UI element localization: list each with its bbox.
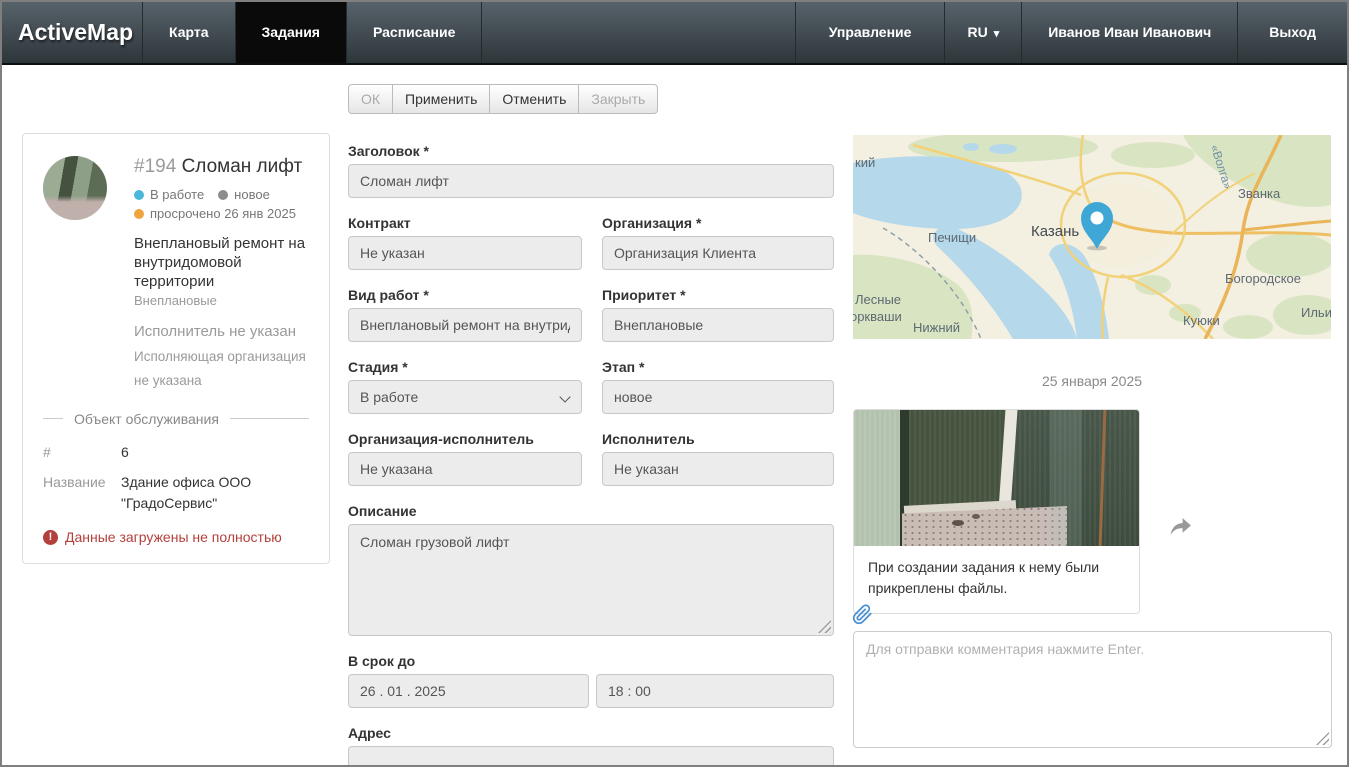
row-label: Название: [43, 472, 121, 514]
close-button: Закрыть: [578, 84, 658, 114]
title-field-label: Заголовок *: [348, 143, 834, 159]
contract-input[interactable]: [348, 236, 582, 270]
row-value: 6: [121, 442, 309, 463]
executor-org-field-label: Организация-исполнитель: [348, 431, 582, 447]
caret-down-icon: ▾: [994, 28, 1000, 40]
task-work-type: Внеплановый ремонт на внутридомовой терр…: [134, 235, 309, 291]
cancel-button[interactable]: Отменить: [489, 84, 579, 114]
map-marker-icon[interactable]: [1079, 201, 1115, 251]
work-type-input[interactable]: [348, 308, 582, 342]
share-icon[interactable]: [1168, 514, 1193, 539]
task-edit-form: Заголовок * Контракт Организация * Вид р…: [348, 143, 834, 767]
task-priority-label: Внеплановые: [134, 293, 309, 308]
language-selector[interactable]: RU▾: [944, 2, 1021, 63]
comment-input[interactable]: [853, 631, 1332, 748]
status-dot-icon: [134, 190, 144, 200]
map-label: кий: [855, 155, 875, 170]
map-label: Моркваши: [853, 309, 902, 324]
stage-field-label: Стадия *: [348, 359, 582, 375]
work-type-field-label: Вид работ *: [348, 287, 582, 303]
status-badges-row: В работе новое: [134, 187, 309, 202]
description-textarea[interactable]: Сломан грузовой лифт: [348, 524, 834, 636]
service-object-row: # 6: [43, 442, 309, 463]
map-label: Ильинское: [1301, 305, 1331, 320]
feed-date-header: 25 января 2025: [853, 373, 1331, 389]
message-line: Было установлено главное фото: [868, 613, 1125, 614]
data-load-warning: Данные загружены не полностью: [43, 529, 309, 545]
executor-field-label: Исполнитель: [602, 431, 834, 447]
tab-tasks[interactable]: Задания: [235, 2, 347, 63]
message-photo[interactable]: [854, 410, 1139, 546]
phase-field-label: Этап *: [602, 359, 834, 375]
map-label: Нижний: [913, 320, 960, 335]
service-object-section-title: Объект обслуживания: [43, 411, 309, 427]
task-id: #194: [134, 156, 176, 177]
service-object-row: Название Здание офиса ООО "ГрадоСервис": [43, 472, 309, 514]
status-badge: В работе: [134, 187, 204, 202]
status-badge: новое: [218, 187, 270, 202]
attach-file-icon[interactable]: [852, 604, 873, 625]
address-field-label: Адрес: [348, 725, 834, 741]
row-value: Здание офиса ООО "ГрадоСервис": [121, 472, 309, 514]
priority-input[interactable]: [602, 308, 834, 342]
map-label: Богородское: [1225, 271, 1301, 286]
tab-schedule[interactable]: Расписание: [346, 2, 482, 63]
warning-text: Данные загружены не полностью: [65, 529, 282, 545]
task-title: #194 Сломан лифт: [134, 156, 309, 178]
warning-icon: [43, 530, 58, 545]
management-menu-item[interactable]: Управление: [795, 2, 945, 63]
feed-message-card: При создании задания к нему были прикреп…: [853, 409, 1140, 614]
task-summary-card: #194 Сломан лифт В работе новое просроче…: [22, 133, 330, 564]
status-badges-row: просрочено 26 янв 2025: [134, 206, 309, 221]
row-label: #: [43, 442, 121, 463]
status-dot-icon: [218, 190, 228, 200]
contract-field-label: Контракт: [348, 215, 582, 231]
top-navbar: ActiveMap Карта Задания Расписание Управ…: [2, 2, 1347, 65]
phase-input[interactable]: [602, 380, 834, 414]
task-title-text: Сломан лифт: [182, 156, 303, 177]
executor-note: Исполнитель не указан: [134, 323, 309, 340]
organization-input[interactable]: [602, 236, 834, 270]
tab-map[interactable]: Карта: [142, 2, 236, 63]
overdue-badge: просрочено 26 янв 2025: [134, 206, 296, 221]
map[interactable]: Казань Печищи Званка «Волга» Богородское…: [853, 135, 1331, 339]
map-label: Званка: [1238, 186, 1280, 201]
apply-button[interactable]: Применить: [392, 84, 490, 114]
app-window: ActiveMap Карта Задания Расписание Управ…: [0, 0, 1349, 767]
task-card-head: #194 Сломан лифт В работе новое просроче…: [134, 156, 309, 393]
logout-button[interactable]: Выход: [1237, 2, 1347, 63]
description-field-label: Описание: [348, 503, 834, 519]
message-line: При создании задания к нему были прикреп…: [868, 557, 1125, 599]
stage-select[interactable]: В работе: [348, 380, 582, 414]
title-input[interactable]: [348, 164, 834, 198]
comment-input-wrap: [853, 631, 1332, 748]
map-label: Печищи: [928, 230, 976, 245]
executor-org-input[interactable]: [348, 452, 582, 486]
task-card-top: #194 Сломан лифт В работе новое просроче…: [43, 156, 309, 393]
navbar-right-menu: Управление RU▾ Иванов Иван Иванович Выхо…: [795, 2, 1347, 63]
current-user-menu-item[interactable]: Иванов Иван Иванович: [1021, 2, 1237, 63]
executor-input[interactable]: [602, 452, 834, 486]
organization-field-label: Организация *: [602, 215, 834, 231]
status-dot-icon: [134, 209, 144, 219]
task-avatar-photo[interactable]: [43, 156, 107, 220]
address-input[interactable]: [348, 746, 834, 767]
due-time-input[interactable]: [596, 674, 834, 708]
map-label-city: Казань: [1031, 223, 1079, 240]
map-label: Лесные: [855, 292, 901, 307]
map-label: Куюки: [1183, 313, 1220, 328]
due-date-input[interactable]: [348, 674, 589, 708]
message-text: При создании задания к нему были прикреп…: [854, 546, 1139, 614]
due-field-label: В срок до: [348, 653, 834, 669]
priority-field-label: Приоритет *: [602, 287, 834, 303]
app-logo[interactable]: ActiveMap: [18, 2, 133, 63]
form-action-toolbar: ОК Применить Отменить Закрыть: [348, 84, 658, 114]
stage-select-value: В работе: [360, 389, 418, 405]
main-tabs: Карта Задания Расписание: [143, 2, 482, 63]
ok-button: ОК: [348, 84, 393, 114]
chevron-down-icon: [559, 391, 570, 402]
executor-org-note: Исполняющая организация не указана: [134, 345, 309, 392]
